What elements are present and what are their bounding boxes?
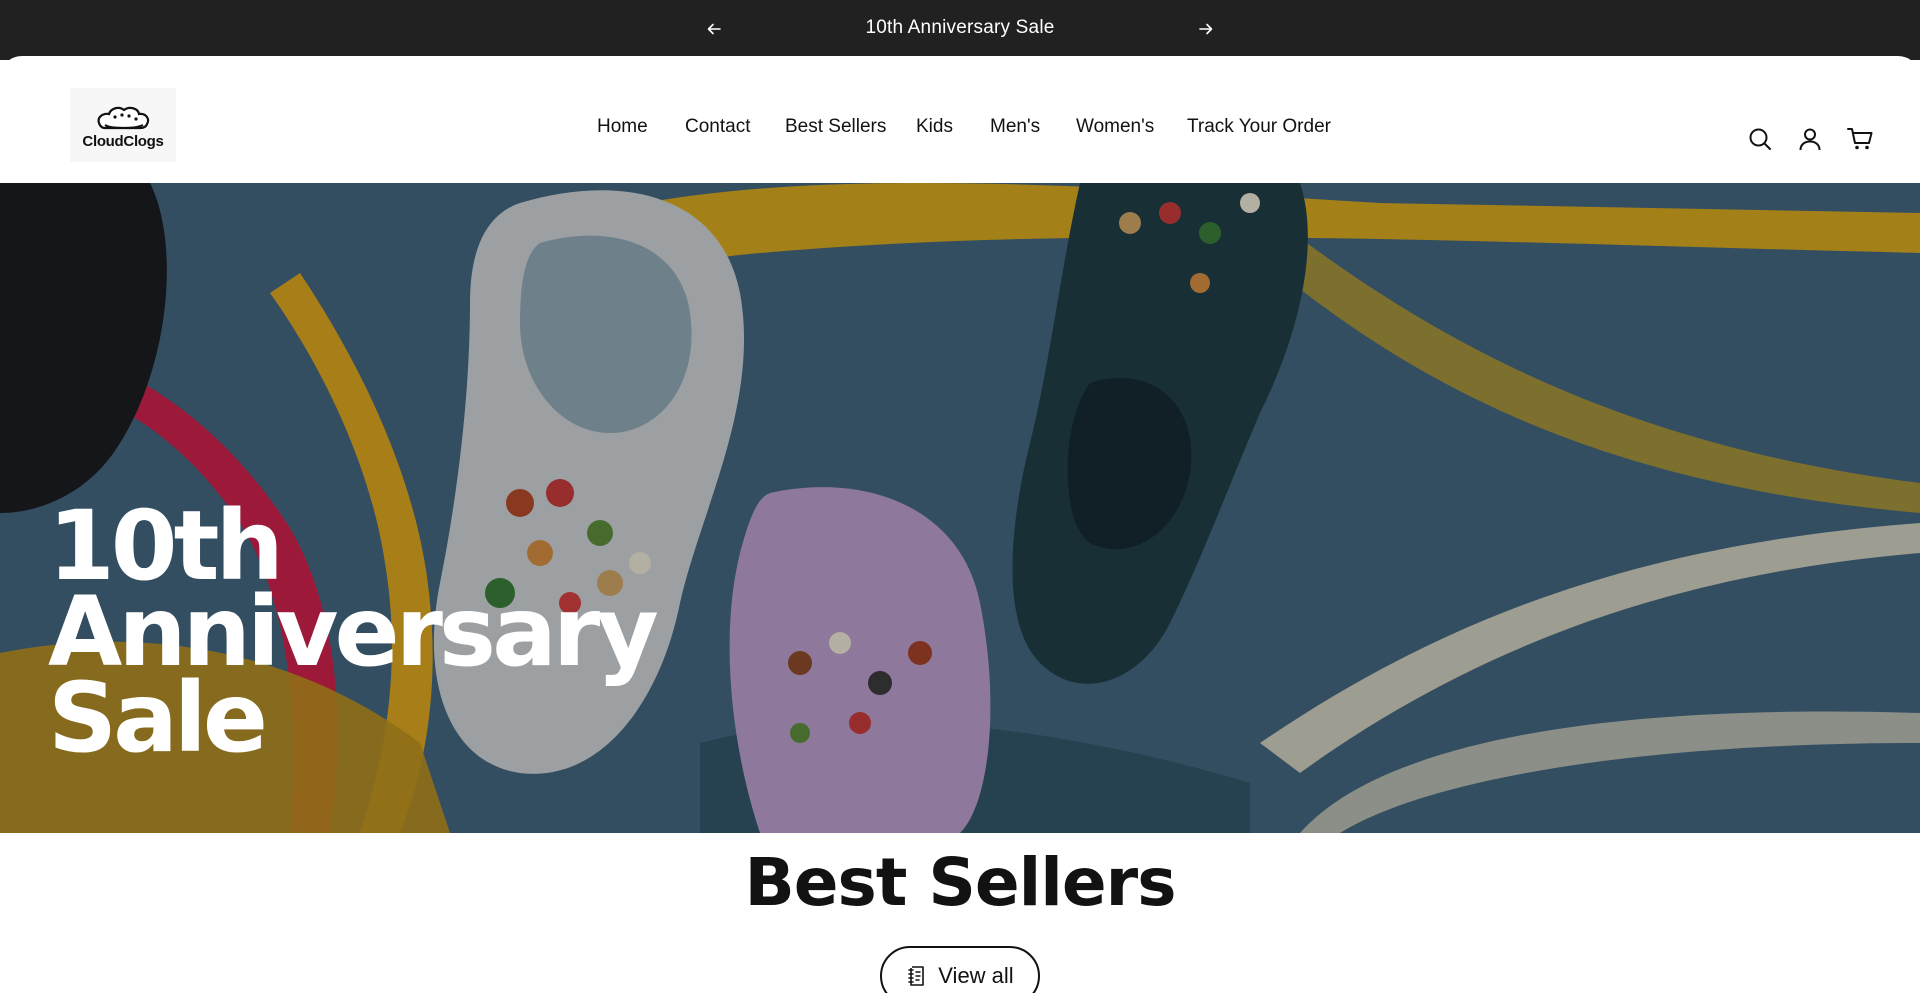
hero-heading-line-3: Sale — [48, 662, 268, 774]
best-sellers-title: Best Sellers — [744, 844, 1176, 921]
cart-button[interactable] — [1845, 124, 1875, 154]
search-button[interactable] — [1745, 124, 1775, 154]
site-header: CloudClogs Home Contact Best Sellers Kid… — [0, 56, 1920, 184]
nav-item-home[interactable]: Home — [597, 116, 648, 138]
nav-item-mens[interactable]: Men's — [990, 116, 1040, 138]
document-icon — [908, 966, 925, 986]
announcement-next-button[interactable] — [1195, 18, 1217, 40]
view-all-label: View all — [938, 963, 1014, 988]
nav-item-womens[interactable]: Women's — [1076, 116, 1154, 138]
announcement-prev-button[interactable] — [703, 18, 725, 40]
view-all-button[interactable]: View all — [880, 946, 1040, 993]
search-icon — [1749, 128, 1771, 150]
main-nav: Home Contact Best Sellers Kids Men's Wom… — [0, 116, 1920, 146]
hero-banner: 10th Anniversary Sale — [0, 183, 1920, 833]
hero-heading: 10th Anniversary Sale — [48, 498, 659, 766]
nav-item-contact[interactable]: Contact — [685, 116, 750, 138]
arrow-left-icon — [707, 23, 721, 35]
nav-item-kids[interactable]: Kids — [916, 116, 953, 138]
cart-icon — [1847, 128, 1873, 150]
announcement-message[interactable]: 10th Anniversary Sale — [760, 17, 1160, 39]
account-button[interactable] — [1795, 124, 1825, 154]
nav-item-track-order[interactable]: Track Your Order — [1187, 116, 1331, 138]
account-icon — [1799, 128, 1821, 151]
nav-item-best-sellers[interactable]: Best Sellers — [785, 116, 886, 138]
announcement-bar: 10th Anniversary Sale — [0, 0, 1920, 60]
arrow-right-icon — [1199, 23, 1213, 35]
